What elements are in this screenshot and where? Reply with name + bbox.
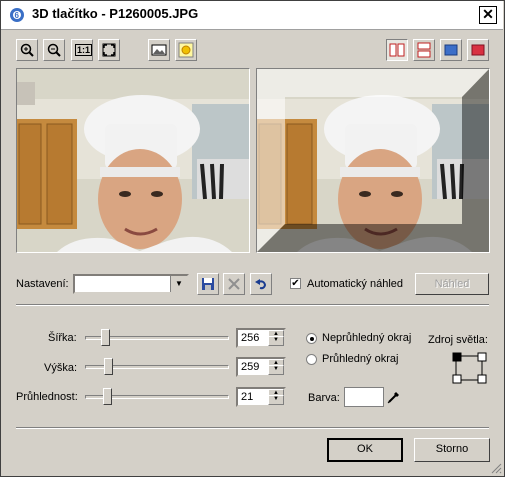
eyedropper-button[interactable] xyxy=(386,389,402,405)
height-value: 259 xyxy=(241,361,260,373)
landscape-icon xyxy=(151,44,167,56)
save-icon xyxy=(202,278,214,290)
fit-to-window-icon xyxy=(102,43,116,57)
result-photo xyxy=(257,69,489,252)
delete-icon xyxy=(228,278,240,290)
zoom-in-button[interactable] xyxy=(16,39,38,61)
color-label: Barva: xyxy=(308,392,340,404)
divider xyxy=(16,304,489,306)
height-slider-thumb[interactable] xyxy=(103,358,113,375)
preset-combobox[interactable]: ▼ xyxy=(73,274,189,294)
undo-button[interactable] xyxy=(250,273,272,295)
single-view-icon xyxy=(444,44,458,56)
light-source-label: Zdroj světla: xyxy=(428,334,488,346)
ok-button[interactable]: OK xyxy=(327,438,403,462)
original-photo xyxy=(17,69,249,252)
save-preset-button[interactable] xyxy=(197,273,219,295)
zoom-out-icon xyxy=(47,43,61,57)
result-preview xyxy=(256,68,490,253)
actual-size-label: 1:1 xyxy=(75,44,93,56)
width-label: Šířka: xyxy=(48,332,77,344)
undo-icon xyxy=(255,279,267,290)
checkmark-icon: ✔ xyxy=(291,278,300,289)
split-vertical-icon xyxy=(389,43,405,57)
width-slider-thumb[interactable] xyxy=(101,329,111,346)
width-spinbox[interactable]: 256 ▲ ▼ xyxy=(236,328,286,348)
split-horizontal-icon xyxy=(417,42,431,58)
transparency-slider-thumb[interactable] xyxy=(102,388,112,405)
light-bottom-right[interactable] xyxy=(477,374,487,384)
eyedropper-icon xyxy=(387,392,399,404)
resize-grip-icon[interactable] xyxy=(490,462,502,474)
actual-size-button[interactable]: 1:1 xyxy=(71,39,93,61)
spin-down-icon[interactable]: ▼ xyxy=(268,365,284,375)
width-value: 256 xyxy=(241,332,260,344)
height-spinbox[interactable]: 259 ▲ ▼ xyxy=(236,357,286,377)
single-view-red-button[interactable] xyxy=(467,39,489,61)
app-3d-icon: 6 xyxy=(8,5,26,23)
light-source-picker[interactable] xyxy=(452,352,488,384)
spin-down-icon[interactable]: ▼ xyxy=(268,336,284,346)
transparent-edge-radio[interactable] xyxy=(306,354,317,365)
svg-text:6: 6 xyxy=(15,11,20,20)
settings-label: Nastavení: xyxy=(16,278,69,290)
zoom-in-icon xyxy=(20,43,34,57)
transparency-label: Průhlednost: xyxy=(16,391,78,403)
single-view-button[interactable] xyxy=(440,39,462,61)
spin-down-icon[interactable]: ▼ xyxy=(268,395,284,405)
preview-button[interactable]: Náhled xyxy=(415,273,489,295)
sun-button[interactable] xyxy=(175,39,197,61)
split-horizontal-button[interactable] xyxy=(413,39,435,61)
light-top-right[interactable] xyxy=(477,352,487,362)
chevron-down-icon[interactable]: ▼ xyxy=(170,276,187,292)
opaque-edge-label: Neprůhledný okraj xyxy=(322,332,412,344)
cancel-button[interactable]: Storno xyxy=(414,438,490,462)
close-icon: ✕ xyxy=(482,6,494,22)
auto-preview-label: Automatický náhled xyxy=(307,278,403,290)
auto-preview-checkbox[interactable]: ✔ xyxy=(290,278,301,289)
transparent-edge-label: Průhledný okraj xyxy=(322,353,399,365)
single-view-red-icon xyxy=(471,44,485,56)
transparency-spinbox[interactable]: 21 ▲ ▼ xyxy=(236,387,286,407)
split-vertical-button[interactable] xyxy=(386,39,408,61)
original-preview xyxy=(16,68,250,253)
color-swatch[interactable] xyxy=(344,387,384,407)
light-bottom-left[interactable] xyxy=(452,374,462,384)
fit-to-window-button[interactable] xyxy=(98,39,120,61)
delete-preset-button[interactable] xyxy=(223,273,245,295)
height-label: Výška: xyxy=(44,362,78,374)
divider xyxy=(16,427,489,429)
close-button[interactable]: ✕ xyxy=(479,6,497,24)
zoom-out-button[interactable] xyxy=(43,39,65,61)
opaque-edge-radio[interactable] xyxy=(306,333,317,344)
landscape-button[interactable] xyxy=(148,39,170,61)
sun-icon xyxy=(178,42,194,58)
transparency-value: 21 xyxy=(241,391,254,403)
window-title: 3D tlačítko - P1260005.JPG xyxy=(32,6,199,21)
